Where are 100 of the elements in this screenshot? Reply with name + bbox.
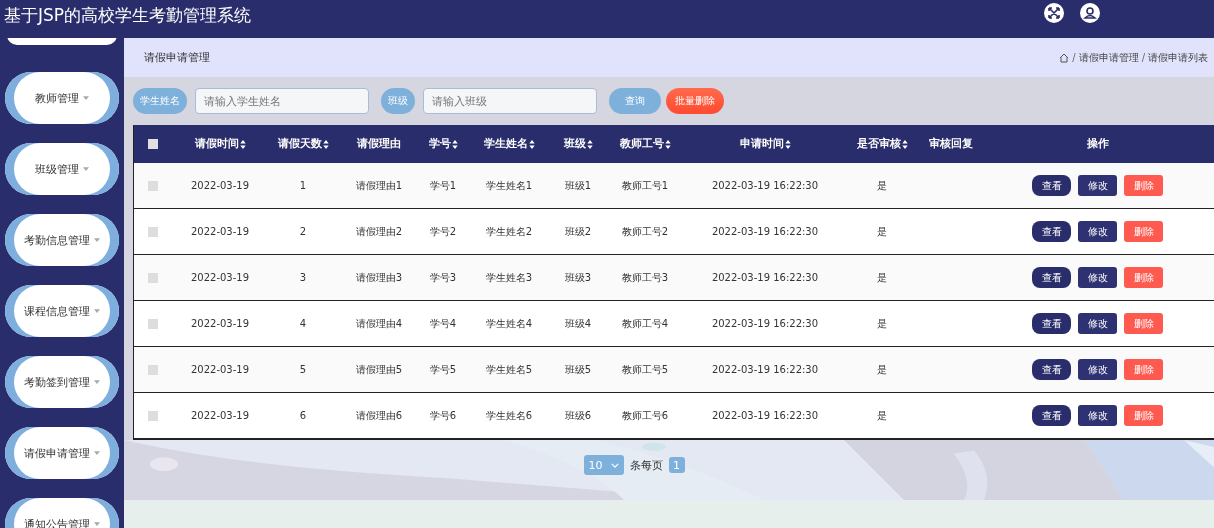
breadcrumb-item[interactable]: 请假申请管理 [1078,50,1139,65]
breadcrumb-separator: / [1072,52,1076,63]
chevron-down-icon [610,462,619,468]
table-cell: 学号6 [429,408,457,423]
table-cell: 请假理由1 [355,178,403,193]
table-cell: 5 [299,364,307,375]
table-cell: 请假理由5 [355,362,403,377]
field-label: 班级 [381,88,415,114]
column-header[interactable]: 班级 [563,137,586,151]
sort-icon[interactable] [784,139,791,149]
view-button[interactable]: 查看 [1032,221,1071,242]
view-button[interactable]: 查看 [1032,175,1071,196]
row-checkbox[interactable] [147,180,158,191]
table-cell: 学生姓名1 [485,178,533,193]
table-cell: 班级1 [564,178,592,193]
edit-button[interactable]: 修改 [1078,175,1117,196]
table-cell: 请假理由2 [355,224,403,239]
table-cell: 学生姓名6 [485,408,533,423]
table-cell: 学号5 [429,362,457,377]
table-cell: 2 [299,226,307,237]
table-cell: 2022-03-19 16:22:30 [711,272,819,283]
column-header[interactable]: 申请时间 [739,137,784,151]
table-cell: 是 [877,408,887,423]
caret-icon [94,451,100,455]
table-cell: 请假理由4 [355,316,403,331]
search-field[interactable]: 请输入学生姓名 [195,88,369,114]
search-field[interactable]: 请输入班级 [423,88,597,114]
sidebar-item[interactable]: 考勤签到管理 [5,356,119,408]
table-cell: 2022-03-19 [190,180,250,191]
edit-button[interactable]: 修改 [1078,267,1117,288]
table-cell: 教师工号3 [621,270,669,285]
table-cell: 2022-03-19 16:22:30 [711,364,819,375]
table-cell: 是 [877,178,887,193]
page-size-label: 条每页 [629,457,663,473]
column-header[interactable]: 学号 [428,137,451,151]
view-button[interactable]: 查看 [1032,405,1071,426]
table-cell: 2022-03-19 16:22:30 [711,180,819,191]
sort-icon[interactable] [664,139,671,149]
sidebar-item[interactable]: 请假申请管理 [5,427,119,479]
table-cell: 班级5 [564,362,592,377]
row-checkbox[interactable] [147,272,158,283]
table-cell: 请假理由6 [355,408,403,423]
column-header[interactable]: 学生姓名 [483,137,528,151]
table-cell: 2022-03-19 [190,318,250,329]
user-icon[interactable] [1080,3,1100,23]
table-cell: 2022-03-19 [190,410,250,421]
table-cell: 教师工号4 [621,316,669,331]
table-cell: 学生姓名2 [485,224,533,239]
column-header[interactable]: 请假天数 [277,137,322,151]
table-cell: 是 [877,316,887,331]
table-cell: 学号2 [429,224,457,239]
sidebar-item[interactable]: 考勤信息管理 [5,214,119,266]
table-cell: 教师工号1 [621,178,669,193]
sort-icon[interactable] [528,139,535,149]
table-cell: 教师工号6 [621,408,669,423]
sort-icon[interactable] [901,139,908,149]
sidebar-item[interactable]: 班级管理 [5,143,119,195]
table-cell: 教师工号5 [621,362,669,377]
breadcrumb-item: 请假申请列表 [1148,50,1208,65]
row-checkbox[interactable] [147,318,158,329]
edit-button[interactable]: 修改 [1078,313,1117,334]
table-cell: 2022-03-19 [190,272,250,283]
sidebar-item[interactable]: 教师管理 [5,72,119,124]
table-cell: 2022-03-19 16:22:30 [711,226,819,237]
caret-icon [83,96,89,100]
view-button[interactable]: 查看 [1032,359,1071,380]
column-header[interactable]: 请假时间 [194,137,239,151]
table-cell: 学号3 [429,270,457,285]
row-checkbox[interactable] [147,410,158,421]
column-header[interactable]: 教师工号 [619,137,664,151]
table-cell: 班级3 [564,270,592,285]
table-cell: 学生姓名3 [485,270,533,285]
sort-icon[interactable] [239,139,246,149]
row-checkbox[interactable] [147,364,158,375]
view-button[interactable]: 查看 [1032,267,1071,288]
edit-button[interactable]: 修改 [1078,221,1117,242]
table-cell: 请假理由3 [355,270,403,285]
table-cell: 学号1 [429,178,457,193]
caret-icon [94,238,100,242]
table-cell: 6 [299,410,307,421]
table-cell: 是 [877,270,887,285]
edit-button[interactable]: 修改 [1078,359,1117,380]
table-cell: 班级6 [564,408,592,423]
sort-icon[interactable] [586,139,593,149]
sort-icon[interactable] [322,139,329,149]
table-cell: 学号4 [429,316,457,331]
row-checkbox[interactable] [147,226,158,237]
sort-icon[interactable] [451,139,458,149]
table-cell: 1 [299,180,307,191]
table-cell: 是 [877,362,887,377]
edit-button[interactable]: 修改 [1078,405,1117,426]
view-button[interactable]: 查看 [1032,313,1071,334]
table-cell: 班级2 [564,224,592,239]
table-cell: 2022-03-19 16:22:30 [711,318,819,329]
select-all-checkbox[interactable] [147,139,158,149]
column-header[interactable]: 是否审核 [856,137,901,151]
home-icon[interactable] [1059,52,1070,63]
sidebar-item[interactable]: 课程信息管理 [5,285,119,337]
table-cell: 是 [877,224,887,239]
fullscreen-icon[interactable] [1044,3,1064,23]
